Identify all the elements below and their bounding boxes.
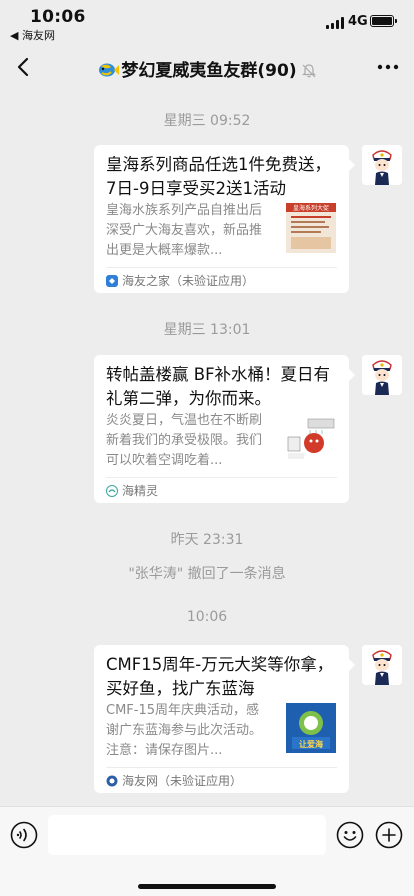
message-input-bar <box>0 806 414 896</box>
summer-promo-thumbnail-image <box>286 413 336 463</box>
card-source: 海精灵 <box>106 481 158 501</box>
card-title: 转帖盖楼赢 BF补水桶！夏日有礼第二弹，为你而来。 <box>106 365 331 408</box>
anniversary-thumbnail-image: 让爱海 <box>286 703 336 753</box>
emoji-face-icon <box>336 821 364 849</box>
card-source: 海友网（未验证应用） <box>106 771 242 791</box>
chat-message-list[interactable]: 星期三 09:52 皇海系列商品任选1件免费送，7日-9日享受买2送1活动 皇海… <box>0 90 414 806</box>
card-description: CMF-15周年庆典活动，感谢广东蓝海参与此次活动。注意：请保存图片... <box>106 703 263 758</box>
card-title: 皇海系列商品任选1件免费送，7日-9日享受买2送1活动 <box>106 155 331 198</box>
recall-notice: "张华涛" 撤回了一条消息 <box>128 566 286 582</box>
voice-icon <box>10 821 38 849</box>
shared-link-card[interactable]: 皇海系列商品任选1件免费送，7日-9日享受买2送1活动 皇海水族系列产品自推出后… <box>94 145 355 293</box>
chat-title-wrap: 梦幻夏威夷鱼友群(90) <box>0 56 414 81</box>
status-bar: 10:06 ◀ 海友网 4G <box>0 0 414 44</box>
chat-title: 梦幻夏威夷鱼友群(90) <box>121 61 297 81</box>
app-source-icon <box>106 485 118 497</box>
card-title: CMF15周年-万元大奖等你拿，买好鱼，找广东蓝海 <box>106 655 334 698</box>
card-description: 皇海水族系列产品自推出后深受广大海友喜欢，新品推出更是大概率爆款... <box>106 203 263 258</box>
mute-bell-icon <box>301 64 316 78</box>
avatar[interactable] <box>362 645 402 685</box>
signal-icon <box>326 17 344 29</box>
avatar[interactable] <box>362 145 402 185</box>
police-avatar-icon <box>362 355 402 395</box>
card-thumbnail <box>286 413 336 463</box>
thumb-label: 让爱海 <box>299 739 323 749</box>
police-avatar-icon <box>362 145 402 185</box>
home-indicator <box>138 884 276 889</box>
card-divider <box>106 267 337 268</box>
voice-input-button[interactable] <box>10 821 38 849</box>
card-source-label: 海友之家（未验证应用） <box>122 274 255 288</box>
back-to-app-link[interactable]: ◀ 海友网 <box>10 27 55 43</box>
chat-header: 梦幻夏威夷鱼友群(90) <box>0 44 414 90</box>
shared-link-card[interactable]: 转帖盖楼赢 BF补水桶！夏日有礼第二弹，为你而来。 炎炎夏日，气温也在不断刷新着… <box>94 355 355 503</box>
card-source-label: 海友网（未验证应用） <box>122 774 243 788</box>
card-description: 炎炎夏日，气温也在不断刷新着我们的承受极限。我们可以吹着空调吃着... <box>106 413 263 468</box>
card-source-label: 海精灵 <box>122 484 159 498</box>
message-input[interactable] <box>48 815 326 855</box>
promo-thumbnail-image: 皇海系列大促 <box>286 203 336 253</box>
more-options-button[interactable] <box>374 56 402 78</box>
status-time: 10:06 <box>30 7 86 27</box>
more-dots-icon <box>377 64 399 70</box>
card-thumbnail: 皇海系列大促 <box>286 203 336 253</box>
network-type: 4G <box>348 14 368 29</box>
battery-icon <box>370 15 397 27</box>
message-timestamp: 10:06 <box>186 609 228 625</box>
emoji-button[interactable] <box>336 821 364 849</box>
app-source-icon <box>106 275 118 287</box>
more-functions-button[interactable] <box>375 821 403 849</box>
thumb-label: 皇海系列大促 <box>293 204 329 212</box>
avatar[interactable] <box>362 355 402 395</box>
message-timestamp: 星期三 09:52 <box>163 113 251 129</box>
card-source: 海友之家（未验证应用） <box>106 271 254 291</box>
card-thumbnail: 让爱海 <box>286 703 336 753</box>
tropical-fish-icon <box>99 63 120 77</box>
card-divider <box>106 767 337 768</box>
plus-circle-icon <box>375 821 403 849</box>
app-source-icon <box>106 775 118 787</box>
shared-link-card[interactable]: CMF15周年-万元大奖等你拿，买好鱼，找广东蓝海 CMF-15周年庆典活动，感… <box>94 645 355 793</box>
message-timestamp: 星期三 13:01 <box>163 322 251 338</box>
police-avatar-icon <box>362 645 402 685</box>
card-divider <box>106 477 337 478</box>
message-timestamp: 昨天 23:31 <box>170 532 244 548</box>
